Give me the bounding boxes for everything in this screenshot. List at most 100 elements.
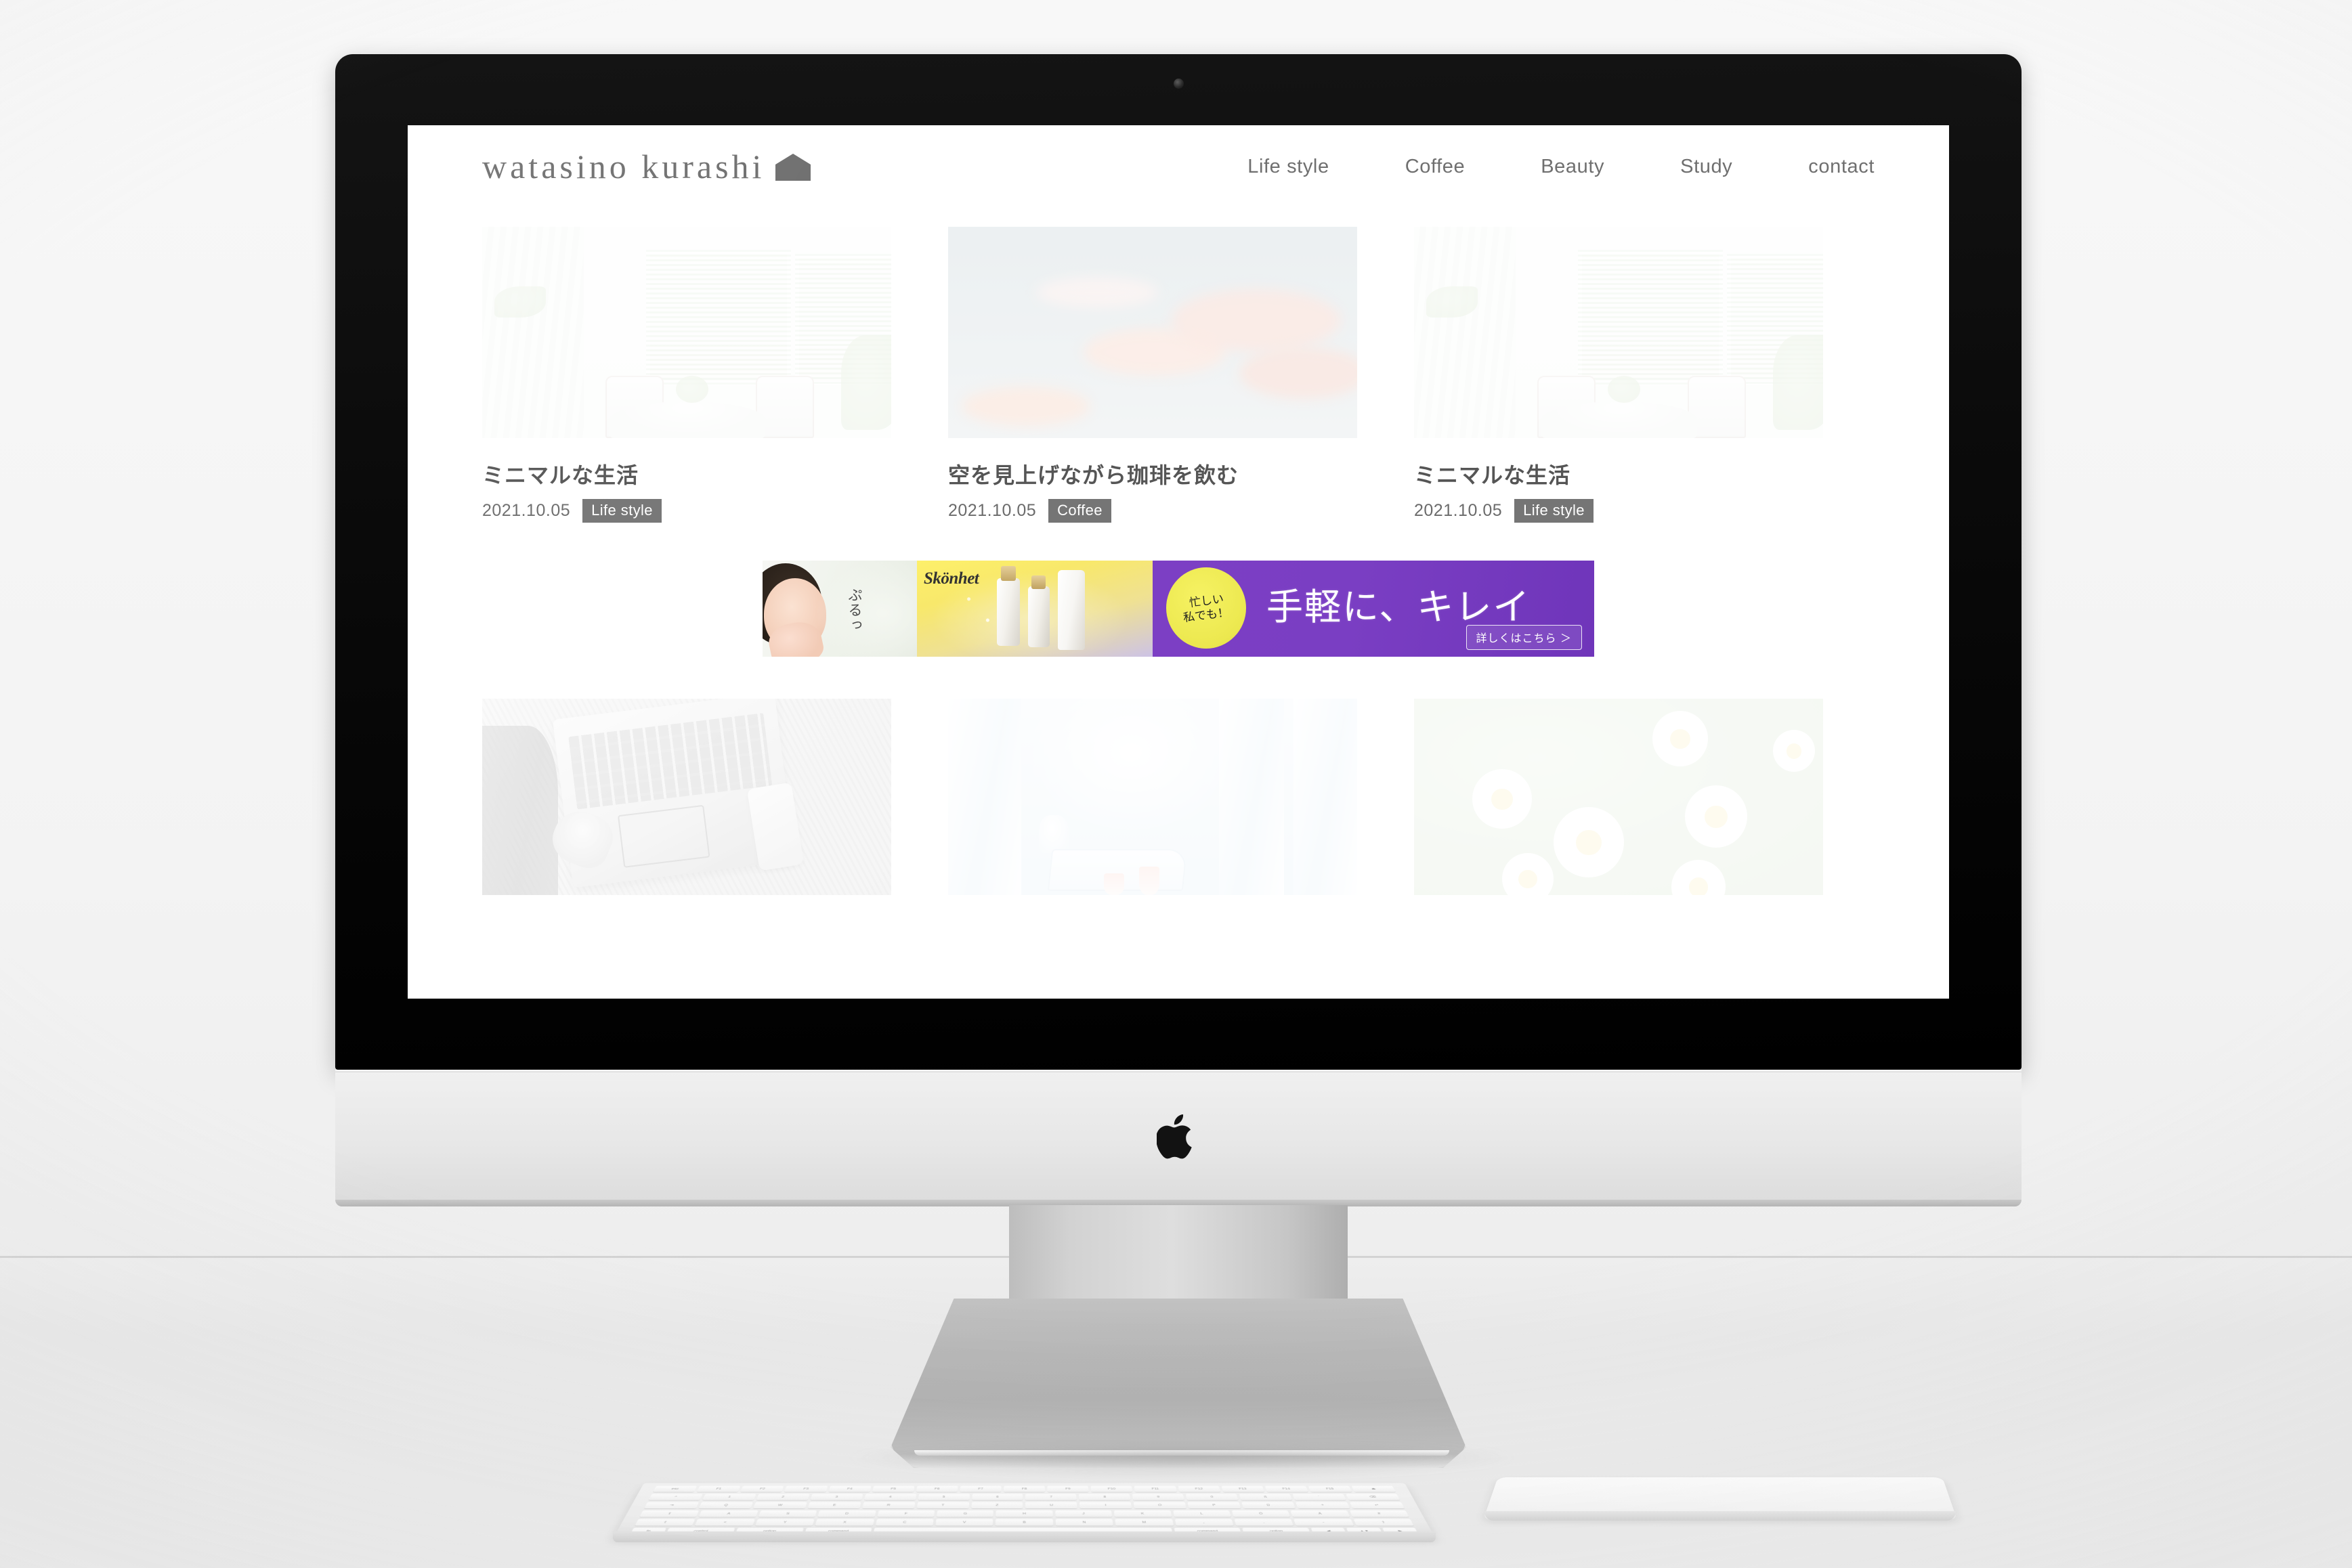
- article-title[interactable]: 空を見上げながら珈琲を飲む: [948, 458, 1357, 489]
- keyboard-key[interactable]: F4: [828, 1485, 872, 1492]
- keyboard-key[interactable]: Ö: [1231, 1510, 1291, 1517]
- keyboard-key[interactable]: F10: [1090, 1485, 1133, 1492]
- article-card[interactable]: [1414, 699, 1823, 896]
- keyboard-key[interactable]: J: [1054, 1510, 1113, 1517]
- keyboard-key[interactable]: .: [1234, 1519, 1294, 1526]
- keyboard-key[interactable]: U: [1025, 1502, 1078, 1509]
- keyboard-key[interactable]: Ä: [1290, 1510, 1350, 1517]
- article-thumbnail-interior[interactable]: [482, 227, 891, 438]
- keyboard-key[interactable]: E: [807, 1502, 861, 1509]
- keyboard-key[interactable]: ↵: [1349, 1502, 1405, 1509]
- nav-item-life-style[interactable]: Life style: [1247, 156, 1329, 178]
- keyboard-key[interactable]: ⇧: [635, 1519, 696, 1526]
- keyboard-key[interactable]: 1: [702, 1494, 756, 1500]
- keyboard-key[interactable]: ⏏: [1351, 1485, 1396, 1492]
- keyboard-key[interactable]: ⇪: [639, 1510, 700, 1517]
- article-card[interactable]: [948, 699, 1357, 896]
- keyboard-key[interactable]: F: [877, 1510, 935, 1517]
- keyboard-key[interactable]: A: [698, 1510, 758, 1517]
- article-thumbnail-flowers[interactable]: [1414, 699, 1823, 896]
- keyboard-key[interactable]: F15: [1308, 1485, 1352, 1492]
- article-card[interactable]: [482, 699, 891, 896]
- keyboard-key[interactable]: R: [861, 1502, 916, 1509]
- keyboard-key[interactable]: F11: [1134, 1485, 1177, 1492]
- ad-banner[interactable]: ぷるっ Skönhet 忙しい 私でも！ 手軽に、キレイ 詳しくはこちら ＞: [763, 561, 1594, 657]
- keyboard-key[interactable]: V: [935, 1519, 993, 1526]
- keyboard-key[interactable]: L: [1172, 1510, 1231, 1517]
- keyboard-key[interactable]: H: [996, 1510, 1053, 1517]
- keyboard-key[interactable]: esc: [653, 1485, 698, 1492]
- nav-item-coffee[interactable]: Coffee: [1405, 156, 1466, 178]
- keyboard-key[interactable]: +: [1296, 1502, 1350, 1509]
- keyboard-key[interactable]: ^: [648, 1494, 703, 1500]
- daisy-flower: [1773, 730, 1815, 772]
- keyboard-key[interactable]: Q: [698, 1502, 753, 1509]
- keyboard-key[interactable]: F12: [1178, 1485, 1221, 1492]
- keyboard-key[interactable]: 8: [1079, 1494, 1131, 1500]
- keyboard-key[interactable]: X: [815, 1519, 874, 1526]
- keyboard-key[interactable]: F13: [1221, 1485, 1264, 1492]
- keyboard-key[interactable]: #: [1349, 1510, 1409, 1517]
- keyboard-key[interactable]: F2: [740, 1485, 784, 1492]
- keyboard-key[interactable]: K: [1113, 1510, 1172, 1517]
- article-tag[interactable]: Life style: [1514, 499, 1594, 523]
- keyboard-key[interactable]: <: [695, 1519, 755, 1526]
- keyboard-key[interactable]: 0: [1185, 1494, 1239, 1500]
- article-title[interactable]: ミニマルな生活: [482, 458, 891, 489]
- article-thumbnail-sky[interactable]: [948, 227, 1357, 438]
- keyboard-key[interactable]: 7: [1025, 1494, 1077, 1500]
- keyboard-key[interactable]: ⇥: [644, 1502, 700, 1509]
- sky-illustration: [948, 227, 1357, 438]
- nav-item-beauty[interactable]: Beauty: [1541, 156, 1604, 178]
- keyboard-key[interactable]: F5: [872, 1485, 915, 1492]
- keyboard-key[interactable]: F8: [1004, 1485, 1046, 1492]
- ad-cta-button[interactable]: 詳しくはこちら ＞: [1466, 625, 1582, 651]
- keyboard-key[interactable]: ,: [1174, 1519, 1234, 1526]
- keyboard-key[interactable]: F1: [696, 1485, 741, 1492]
- keyboard-key[interactable]: Ü: [1241, 1502, 1296, 1509]
- article-tag[interactable]: Life style: [582, 499, 662, 523]
- magic-keyboard[interactable]: esc F1 F2 F3 F4 F5 F6 F7 F8 F9 F10 F11 F12 F13 F14 F15 ⏏…: [613, 1483, 1436, 1539]
- keyboard-key[interactable]: F9: [1047, 1485, 1089, 1492]
- keyboard-key[interactable]: Y: [754, 1519, 815, 1526]
- keyboard-key[interactable]: ⇧: [1353, 1519, 1414, 1526]
- keyboard-key[interactable]: 2: [756, 1494, 810, 1500]
- site-logo[interactable]: watasino kurashi: [482, 150, 811, 183]
- keyboard-key[interactable]: Z: [970, 1502, 1023, 1509]
- keyboard-key[interactable]: M: [1115, 1519, 1174, 1526]
- keyboard-key[interactable]: N: [1055, 1519, 1113, 1526]
- keyboard-key[interactable]: 3: [810, 1494, 863, 1500]
- keyboard-key[interactable]: S: [758, 1510, 817, 1517]
- nav-item-study[interactable]: Study: [1680, 156, 1732, 178]
- keyboard-key[interactable]: W: [752, 1502, 807, 1509]
- article-thumbnail-laptop[interactable]: [482, 699, 891, 896]
- article-title[interactable]: ミニマルな生活: [1414, 458, 1823, 489]
- keyboard-key[interactable]: 6: [971, 1494, 1023, 1500]
- keyboard-key[interactable]: 5: [918, 1494, 970, 1500]
- keyboard-key[interactable]: B: [996, 1519, 1053, 1526]
- keyboard-key[interactable]: P: [1187, 1502, 1241, 1509]
- keyboard-key[interactable]: ´: [1292, 1494, 1346, 1500]
- keyboard-key[interactable]: G: [936, 1510, 994, 1517]
- keyboard-key[interactable]: C: [875, 1519, 934, 1526]
- keyboard-key[interactable]: F14: [1264, 1485, 1308, 1492]
- article-thumbnail-interior[interactable]: [1414, 227, 1823, 438]
- keyboard-key[interactable]: ⌫: [1346, 1494, 1400, 1500]
- keyboard-key[interactable]: I: [1079, 1502, 1132, 1509]
- article-card[interactable]: ミニマルな生活 2021.10.05 Life style: [482, 227, 891, 523]
- keyboard-key[interactable]: F3: [784, 1485, 828, 1492]
- keyboard-key[interactable]: -: [1293, 1519, 1354, 1526]
- keyboard-key[interactable]: D: [817, 1510, 876, 1517]
- article-card[interactable]: 空を見上げながら珈琲を飲む 2021.10.05 Coffee: [948, 227, 1357, 523]
- article-thumbnail-terrace[interactable]: [948, 699, 1357, 896]
- keyboard-key[interactable]: F7: [960, 1485, 1002, 1492]
- keyboard-key[interactable]: F6: [916, 1485, 958, 1492]
- keyboard-key[interactable]: ß: [1239, 1494, 1293, 1500]
- keyboard-key[interactable]: O: [1133, 1502, 1186, 1509]
- article-card[interactable]: ミニマルな生活 2021.10.05 Life style: [1414, 227, 1823, 523]
- keyboard-key[interactable]: T: [916, 1502, 969, 1509]
- nav-item-contact[interactable]: contact: [1808, 156, 1875, 178]
- article-tag[interactable]: Coffee: [1048, 499, 1111, 523]
- keyboard-key[interactable]: 9: [1132, 1494, 1185, 1500]
- keyboard-key[interactable]: 4: [863, 1494, 916, 1500]
